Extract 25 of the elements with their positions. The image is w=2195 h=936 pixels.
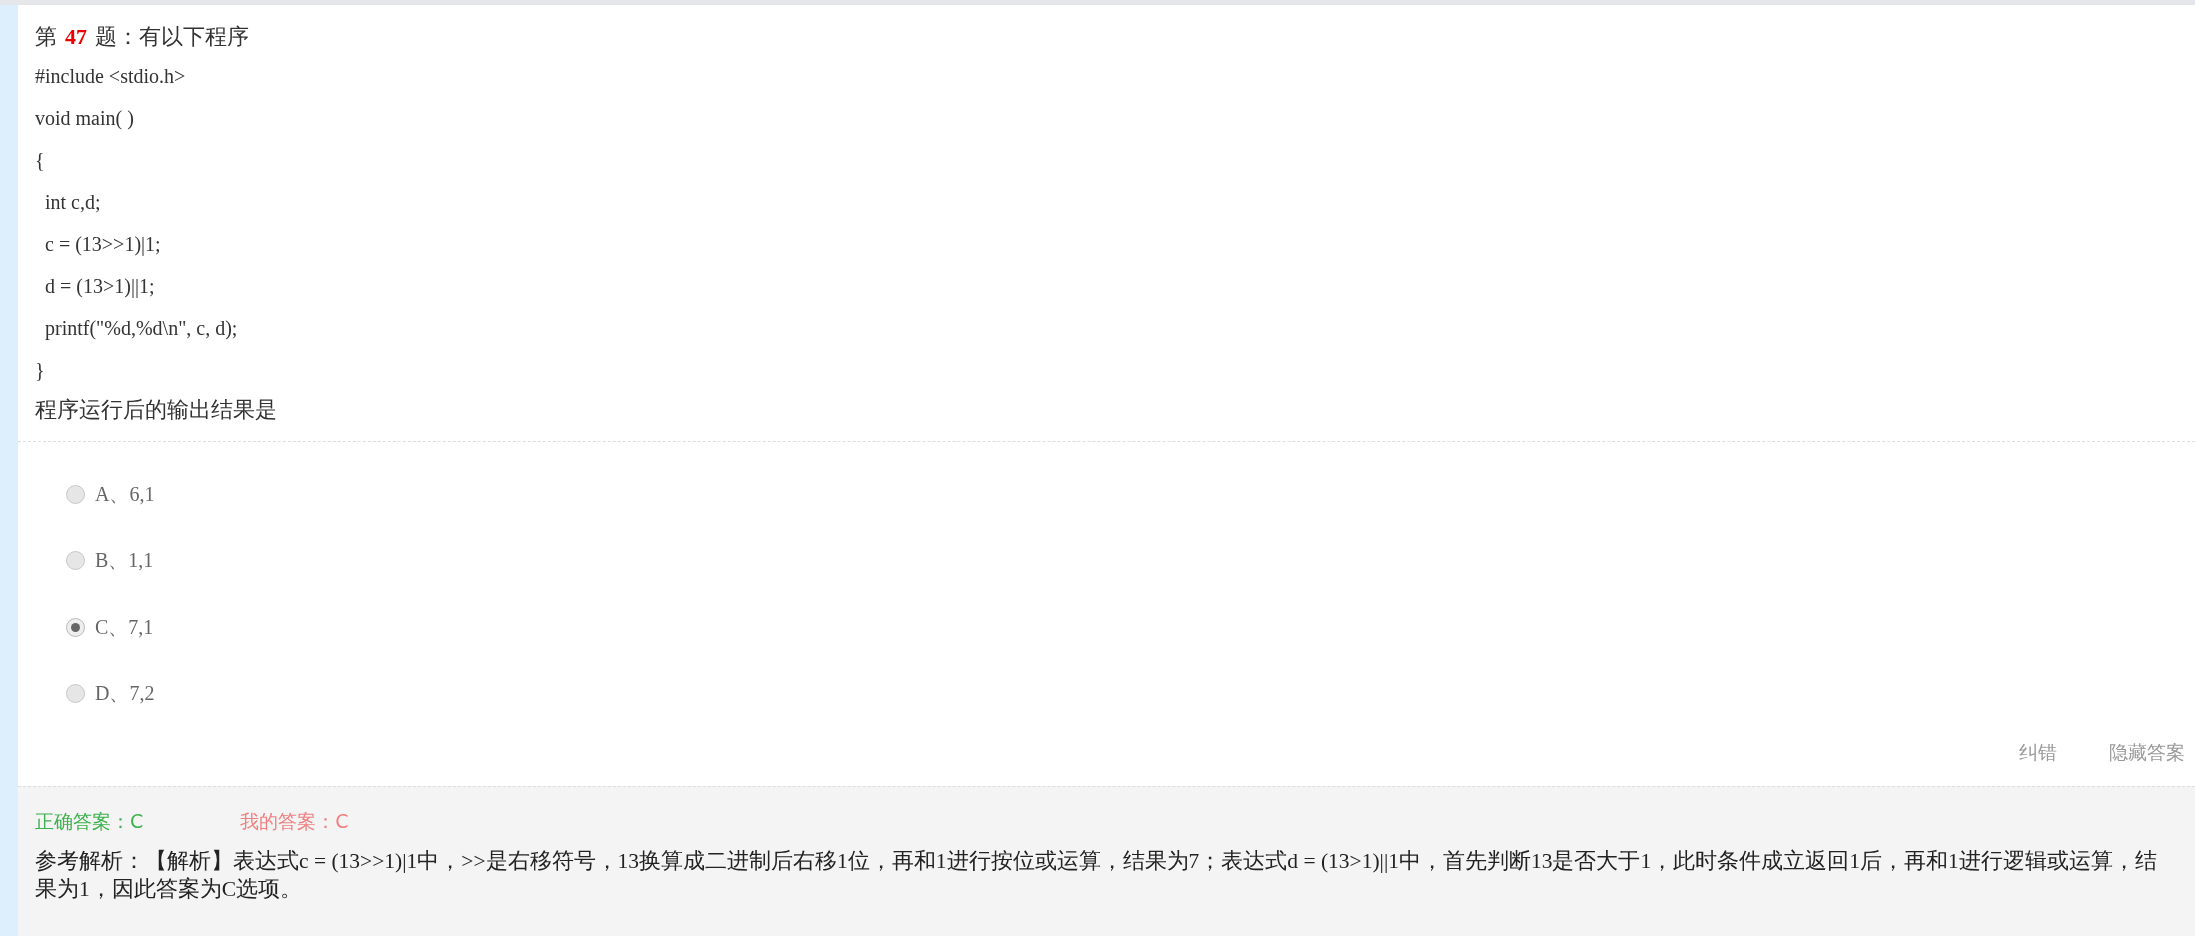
- code-line: }: [35, 358, 46, 383]
- option-label[interactable]: A、6,1: [95, 480, 155, 508]
- code-line: void main( ): [35, 106, 135, 132]
- code-line: d = (13>1)||1;: [44, 274, 156, 300]
- explanation-text: 参考解析：【解析】表达式c = (13>>1)|1中，>>是右移符号，13换算成二进制后右移1位，再和1进行按位或运算，结果为7；表达式d = (13>1)||1中，首先判断13是否大于1，此时条件成立返回1后，再和1进行逻辑或运算，结果为1，因此答案为C选项。: [35, 848, 2158, 903]
- radio-button[interactable]: [66, 551, 85, 571]
- code-line: {: [35, 148, 46, 173]
- code-line: int c,d;: [44, 190, 102, 215]
- question-prompt: 程序运行后的输出结果是: [35, 396, 278, 424]
- option-label[interactable]: D、7,2: [95, 680, 155, 708]
- code-line: #include <stdio.h>: [35, 64, 187, 89]
- question-number: 47: [65, 23, 87, 51]
- radio-button[interactable]: [66, 617, 85, 637]
- my-answer: 我的答案：C: [240, 809, 349, 834]
- action-link[interactable]: 纠错: [2019, 740, 2057, 780]
- code-line: printf("%d,%d\n", c, d);: [44, 316, 239, 342]
- question-title: 题：有以下程序: [95, 23, 249, 51]
- radio-button[interactable]: [66, 684, 85, 704]
- option-label[interactable]: C、7,1: [95, 613, 154, 641]
- question-label: 第: [35, 23, 57, 51]
- correct-answer: 正确答案：C: [35, 809, 144, 834]
- code-line: c = (13>>1)|1;: [44, 232, 162, 258]
- action-link[interactable]: 隐藏答案: [2109, 740, 2185, 780]
- radio-button[interactable]: [66, 484, 85, 504]
- option-label[interactable]: B、1,1: [95, 547, 154, 575]
